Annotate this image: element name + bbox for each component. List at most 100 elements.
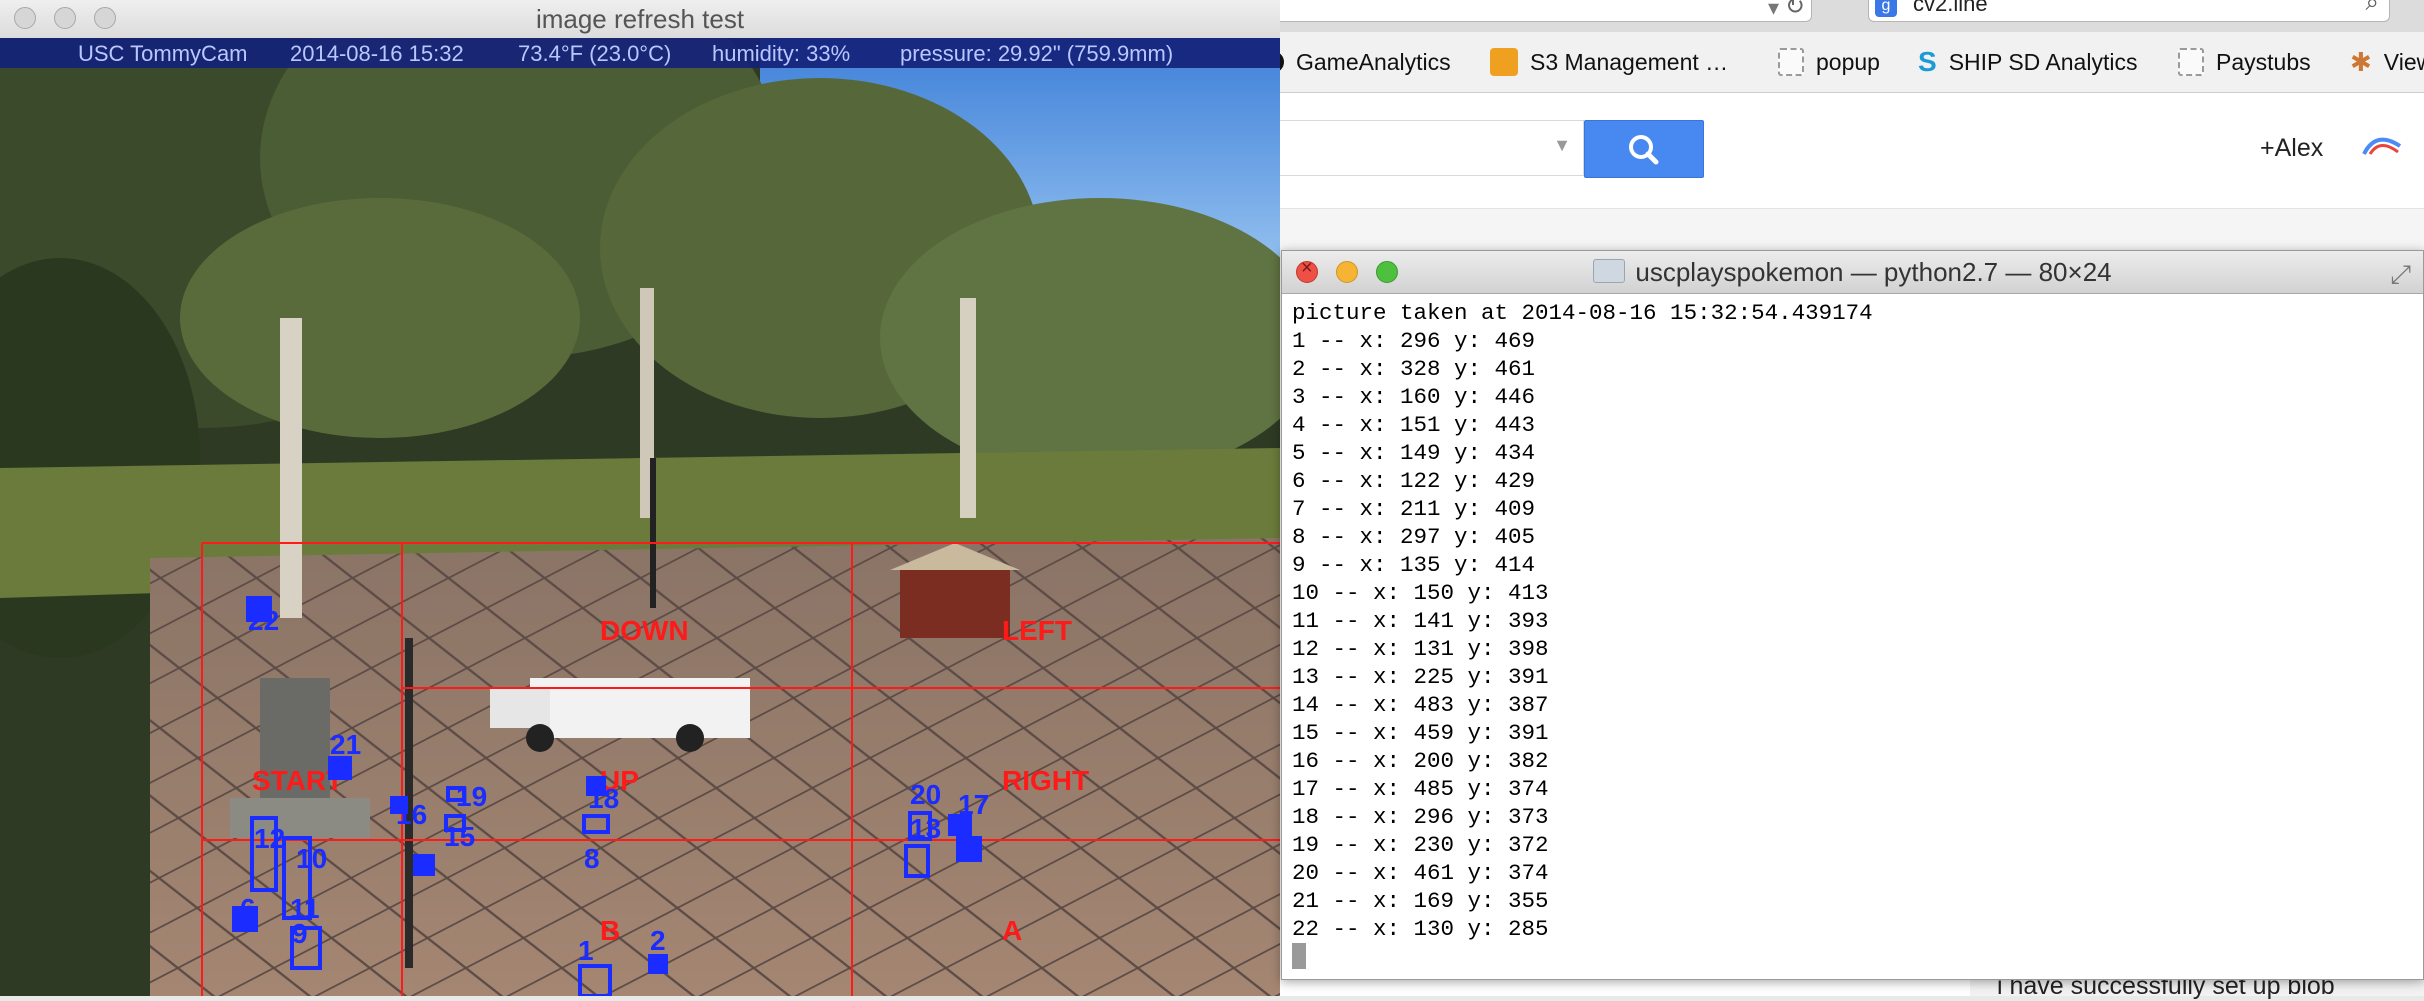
terminal-header-line: picture taken at 2014-08-16 15:32:54.439…: [1292, 300, 1873, 326]
camera-info-overlay: USC TommyCam 2014-08-16 15:32 73.4°F (23…: [0, 38, 1280, 68]
point-line: 20 -- x: 461 y: 374: [1292, 860, 1549, 886]
blob-label: 7: [416, 851, 432, 882]
terminal-title-label: uscplayspokemon — python2.7 — 80×24: [1635, 257, 2112, 287]
point-line: 17 -- x: 485 y: 374: [1292, 776, 1549, 802]
point-line: 12 -- x: 131 y: 398: [1292, 636, 1549, 662]
camera-timestamp: 2014-08-16 15:32: [290, 41, 464, 66]
zone-label-a: A: [1002, 915, 1022, 946]
browser-search-field[interactable]: g cv2.line ⌕: [1868, 0, 2390, 22]
fullscreen-icon[interactable]: ⤢: [2390, 259, 2411, 291]
s3-icon: [1490, 48, 1518, 76]
point-line: 18 -- x: 296 y: 373: [1292, 804, 1549, 830]
reload-icon[interactable]: ↻: [1785, 0, 1805, 21]
point-line: 19 -- x: 230 y: 372: [1292, 832, 1549, 858]
ship-icon: S: [1918, 46, 1937, 77]
point-line: 11 -- x: 141 y: 393: [1292, 608, 1549, 634]
point-line: 22 -- x: 130 y: 285: [1292, 916, 1549, 942]
bookmark-label: SHIP SD Analytics: [1948, 48, 2138, 75]
blob-label: 6: [240, 893, 256, 924]
camera-window-title: image refresh test: [535, 4, 745, 34]
blob-label: 22: [248, 605, 279, 636]
terminal-window: uscplayspokemon — python2.7 — 80×24 ⤢ pi…: [1281, 250, 2424, 980]
blob-label: 8: [584, 843, 600, 874]
bookmark-gameanalytics[interactable]: GameAnalytics: [1262, 46, 1451, 78]
bookmark-ship-sd-analytics[interactable]: S SHIP SD Analytics: [1918, 46, 2137, 78]
google-search-button[interactable]: [1584, 120, 1704, 178]
blob-label: 17: [958, 789, 989, 820]
folder-icon: [1593, 259, 1626, 283]
point-line: 15 -- x: 459 y: 391: [1292, 720, 1549, 746]
point-list: 1 -- x: 296 y: 469 2 -- x: 328 y: 461 3 --…: [1292, 327, 2413, 943]
bookmark-label: View: [2383, 48, 2424, 75]
search-icon[interactable]: ⌕: [2366, 0, 2379, 17]
zone-label-down: DOWN: [600, 615, 689, 646]
chevron-down-icon[interactable]: ▼: [1553, 135, 1571, 156]
blob-label: 18: [588, 783, 619, 814]
blob-box: [582, 814, 610, 834]
point-line: 14 -- x: 483 y: 387: [1292, 692, 1549, 718]
bookmark-popup[interactable]: popup: [1778, 46, 1880, 78]
point-line: 1 -- x: 296 y: 469: [1292, 328, 1536, 354]
point-line: 16 -- x: 200 y: 382: [1292, 748, 1549, 774]
point-line: 5 -- x: 149 y: 434: [1292, 440, 1536, 466]
blob-label: 16: [396, 799, 427, 830]
blob-label: 15: [444, 821, 475, 852]
blob-box: [578, 964, 612, 996]
zone-grid: [201, 542, 1280, 996]
blob-box: [648, 954, 668, 974]
browser-toolbar: ▾ ↻ g cv2.line ⌕: [1270, 0, 2424, 32]
blob-box: [904, 844, 930, 878]
blob-box: [328, 756, 352, 780]
blob-label: 2: [650, 925, 666, 956]
camera-humidity: humidity: 33%: [712, 41, 851, 66]
google-icon[interactable]: g: [1875, 0, 1897, 17]
google-plus-user-link[interactable]: +Alex: [2260, 134, 2323, 163]
terminal-title: uscplayspokemon — python2.7 — 80×24: [1282, 257, 2423, 288]
blob-label: 20: [910, 779, 941, 810]
detection-overlay: START DOWN LEFT UP RIGHT B A 1 2 6 7 8 9…: [201, 542, 1280, 996]
point-line: 10 -- x: 150 y: 413: [1292, 580, 1549, 606]
google-search-input[interactable]: ▼: [1270, 120, 1584, 176]
bookmark-label: Paystubs: [2216, 48, 2311, 75]
zone-label-left: LEFT: [1002, 615, 1072, 646]
blob-label: 13: [910, 813, 941, 844]
point-line: 21 -- x: 169 y: 355: [1292, 888, 1549, 914]
point-line: 2 -- x: 328 y: 461: [1292, 356, 1536, 382]
bookmarks-bar: GameAnalytics S3 Management … popup S SH…: [1262, 32, 2424, 93]
address-bar[interactable]: ▾ ↻: [1270, 0, 1812, 22]
point-line: 3 -- x: 160 y: 446: [1292, 384, 1536, 410]
zone-label-right: RIGHT: [1002, 765, 1089, 796]
point-line: 13 -- x: 225 y: 391: [1292, 664, 1549, 690]
terminal-cursor: [1292, 943, 1306, 969]
camera-window: image refresh test START DOWN LEFT UP RI…: [0, 0, 1280, 996]
page-icon: [2178, 48, 2204, 76]
blob-label: 11: [290, 893, 320, 924]
search-icon: [1629, 135, 1659, 165]
point-line: 7 -- x: 211 y: 409: [1292, 496, 1536, 522]
camera-temperature: 73.4°F (23.0°C): [518, 41, 672, 66]
terminal-output[interactable]: picture taken at 2014-08-16 15:32:54.439…: [1292, 299, 2413, 979]
point-line: 9 -- x: 135 y: 414: [1292, 552, 1536, 578]
blob-box: [956, 836, 982, 862]
bookmark-s3[interactable]: S3 Management …: [1490, 46, 1728, 78]
bookmark-paystubs[interactable]: Paystubs: [2178, 46, 2311, 78]
point-line: 6 -- x: 122 y: 429: [1292, 468, 1536, 494]
browser-search-query: cv2.line: [1913, 0, 1988, 16]
terminal-titlebar[interactable]: uscplayspokemon — python2.7 — 80×24 ⤢: [1282, 251, 2423, 294]
camera-name: USC TommyCam: [78, 41, 248, 66]
bookmark-label: GameAnalytics: [1296, 48, 1451, 75]
zone-label-b: B: [600, 915, 620, 946]
point-line: 8 -- x: 297 y: 405: [1292, 524, 1536, 550]
page-icon: [1778, 48, 1804, 76]
bookmark-label: S3 Management …: [1530, 48, 1729, 75]
blob-label: 10: [296, 843, 327, 874]
point-line: 4 -- x: 151 y: 443: [1292, 412, 1536, 438]
dropdown-arrow-icon[interactable]: ▾: [1768, 0, 1779, 21]
google-plus-swoosh-icon[interactable]: [2362, 128, 2402, 158]
blob-label: 1: [578, 935, 594, 966]
blob-label: 12: [254, 823, 285, 854]
camera-window-titlebar[interactable]: image refresh test: [0, 0, 1280, 39]
blob-label: 19: [456, 781, 487, 812]
bookmark-view[interactable]: ✱ View: [2350, 46, 2424, 78]
bookmark-label: popup: [1816, 48, 1880, 75]
